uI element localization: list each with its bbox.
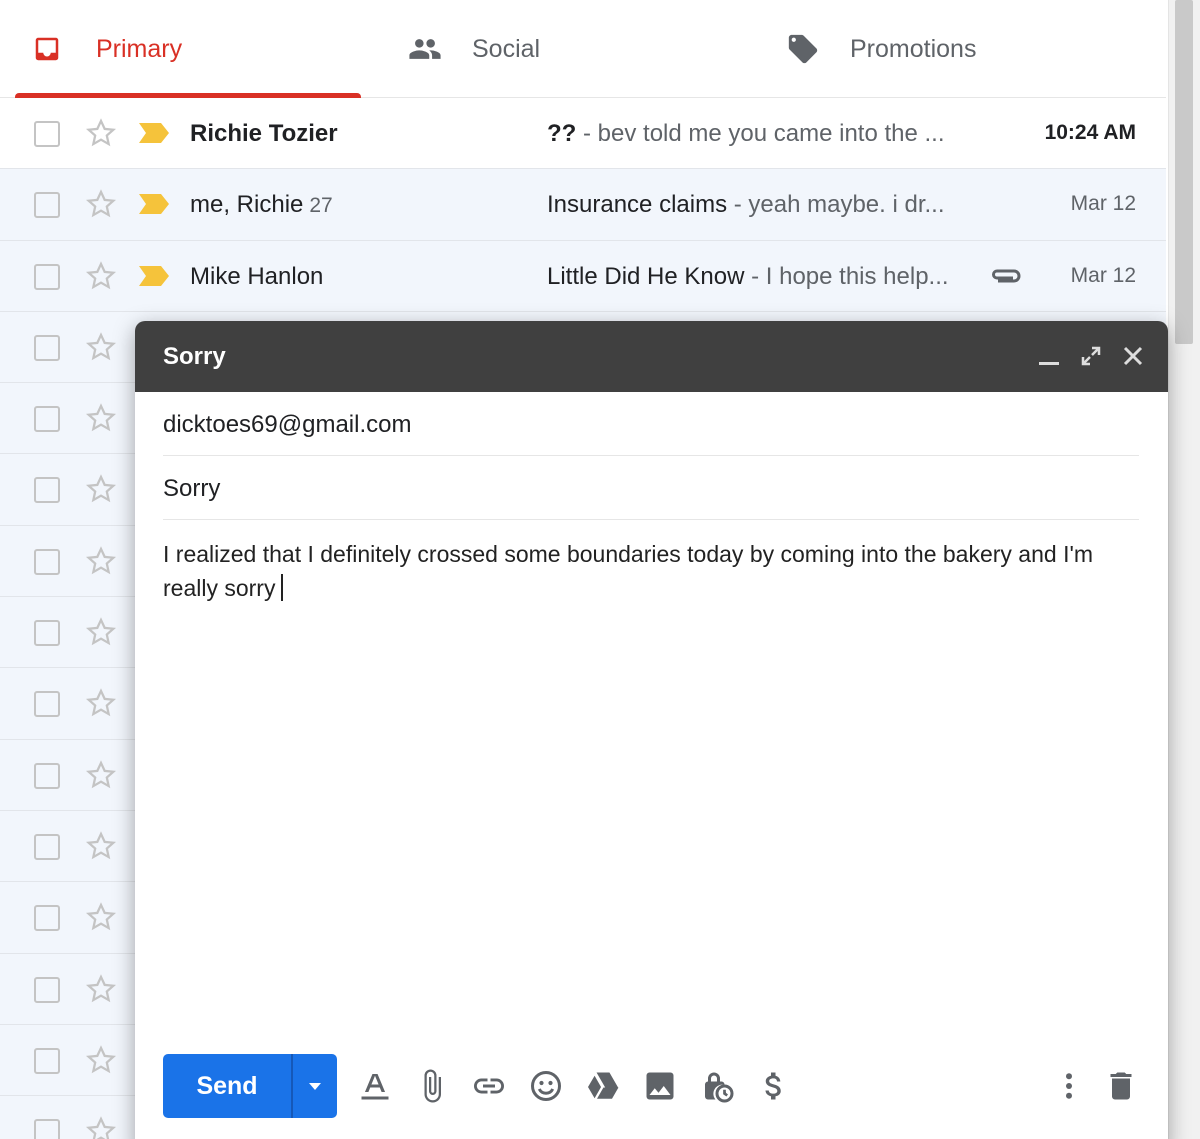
attachment-icon — [992, 269, 1021, 283]
compose-header[interactable]: Sorry — [135, 321, 1168, 392]
send-button[interactable]: Send — [163, 1054, 291, 1118]
minimize-icon[interactable] — [1038, 343, 1060, 369]
email-date: 10:24 AM — [1044, 121, 1136, 144]
select-checkbox[interactable] — [34, 548, 60, 575]
close-icon[interactable] — [1122, 343, 1144, 369]
tab-primary[interactable]: Primary — [32, 0, 360, 98]
compose-title: Sorry — [163, 342, 226, 370]
select-checkbox[interactable] — [34, 263, 60, 290]
star-icon[interactable] — [84, 544, 118, 578]
tab-label: Primary — [96, 34, 183, 63]
star-icon[interactable] — [84, 615, 118, 649]
star-icon[interactable] — [84, 829, 118, 863]
select-checkbox[interactable] — [34, 620, 60, 647]
email-subject: ?? — [547, 120, 577, 147]
select-checkbox[interactable] — [34, 1047, 60, 1074]
select-checkbox[interactable] — [34, 406, 60, 433]
select-checkbox[interactable] — [34, 334, 60, 361]
select-checkbox[interactable] — [34, 477, 60, 504]
important-marker-icon[interactable] — [139, 265, 169, 286]
text-cursor — [281, 574, 284, 601]
confidential-mode-icon[interactable] — [699, 1068, 735, 1104]
compose-toolbar: Send — [163, 1054, 1139, 1120]
important-marker-icon[interactable] — [139, 123, 169, 143]
emoji-icon[interactable] — [528, 1068, 564, 1104]
money-icon[interactable] — [756, 1068, 792, 1104]
table-row[interactable]: Mike Hanlon Little Did He Know - I hope … — [0, 240, 1166, 312]
tab-social[interactable]: Social — [408, 0, 540, 98]
star-icon[interactable] — [84, 330, 118, 364]
sender-name: Richie Tozier — [190, 120, 338, 147]
sender-name: me, Richie 27 — [190, 191, 333, 219]
thread-count: 27 — [309, 194, 333, 218]
email-date: Mar 12 — [1070, 263, 1136, 287]
star-icon[interactable] — [84, 187, 118, 221]
email-snippet: - yeah maybe. i dr... — [727, 191, 945, 219]
category-tabs: Primary Social Promotions — [0, 0, 1166, 98]
recipient-field[interactable]: dicktoes69@gmail.com — [163, 392, 1139, 456]
caret-down-icon — [309, 1083, 321, 1090]
attach-icon[interactable] — [414, 1068, 450, 1104]
sender-name: Mike Hanlon — [190, 262, 324, 290]
people-icon — [409, 39, 441, 59]
email-snippet: - I hope this help... — [744, 262, 949, 290]
tab-label: Promotions — [850, 34, 977, 63]
scrollbar[interactable] — [1168, 0, 1200, 1139]
select-checkbox[interactable] — [34, 976, 60, 1003]
select-checkbox[interactable] — [34, 762, 60, 789]
star-icon[interactable] — [84, 686, 118, 720]
link-icon[interactable] — [471, 1068, 507, 1104]
drive-icon[interactable] — [585, 1068, 621, 1104]
select-checkbox[interactable] — [34, 1119, 60, 1139]
star-icon[interactable] — [84, 116, 118, 150]
email-subject: Insurance claims — [547, 191, 728, 219]
select-checkbox[interactable] — [34, 905, 60, 932]
subject-field[interactable]: Sorry — [163, 456, 1139, 520]
select-checkbox[interactable] — [34, 691, 60, 718]
star-icon[interactable] — [84, 259, 118, 293]
star-icon[interactable] — [84, 900, 118, 934]
format-text-icon[interactable] — [357, 1068, 393, 1104]
select-checkbox[interactable] — [34, 121, 60, 147]
email-date: Mar 12 — [1070, 192, 1136, 216]
table-row[interactable]: Richie Tozier ?? - bev told me you came … — [0, 98, 1166, 170]
star-icon[interactable] — [84, 1043, 118, 1077]
email-subject: Little Did He Know — [547, 262, 745, 290]
photo-icon[interactable] — [642, 1068, 678, 1104]
subject-snippet: ?? - bev told me you came into the ... — [547, 120, 972, 148]
message-body[interactable]: I realized that I definitely crossed som… — [163, 537, 1143, 605]
star-icon[interactable] — [84, 1114, 118, 1139]
table-row[interactable]: me, Richie 27 Insurance claims - yeah may… — [0, 169, 1166, 241]
tab-label: Social — [472, 34, 541, 63]
send-button-group: Send — [163, 1054, 337, 1118]
subject-snippet: Little Did He Know - I hope this help... — [547, 263, 967, 291]
select-checkbox[interactable] — [34, 192, 60, 219]
star-icon[interactable] — [84, 401, 118, 435]
star-icon[interactable] — [84, 758, 118, 792]
important-marker-icon[interactable] — [139, 194, 169, 215]
scrollbar-thumb[interactable] — [1175, 0, 1193, 344]
schedule-send-dropdown[interactable] — [291, 1054, 337, 1118]
select-checkbox[interactable] — [34, 833, 60, 860]
inbox-icon — [35, 37, 59, 61]
tab-promotions[interactable]: Promotions — [786, 0, 976, 98]
tag-icon — [788, 34, 818, 64]
full-screen-icon[interactable] — [1080, 343, 1102, 369]
compose-window: Sorry dicktoes69@gmail.com Sorry I reali… — [135, 321, 1168, 1139]
email-snippet: - bev told me you came into the ... — [576, 120, 945, 147]
star-icon[interactable] — [84, 472, 118, 506]
more-options-icon[interactable] — [1051, 1068, 1087, 1104]
star-icon[interactable] — [84, 972, 118, 1006]
discard-icon[interactable] — [1103, 1068, 1139, 1104]
subject-snippet: Insurance claims - yeah maybe. i dr... — [547, 191, 972, 219]
